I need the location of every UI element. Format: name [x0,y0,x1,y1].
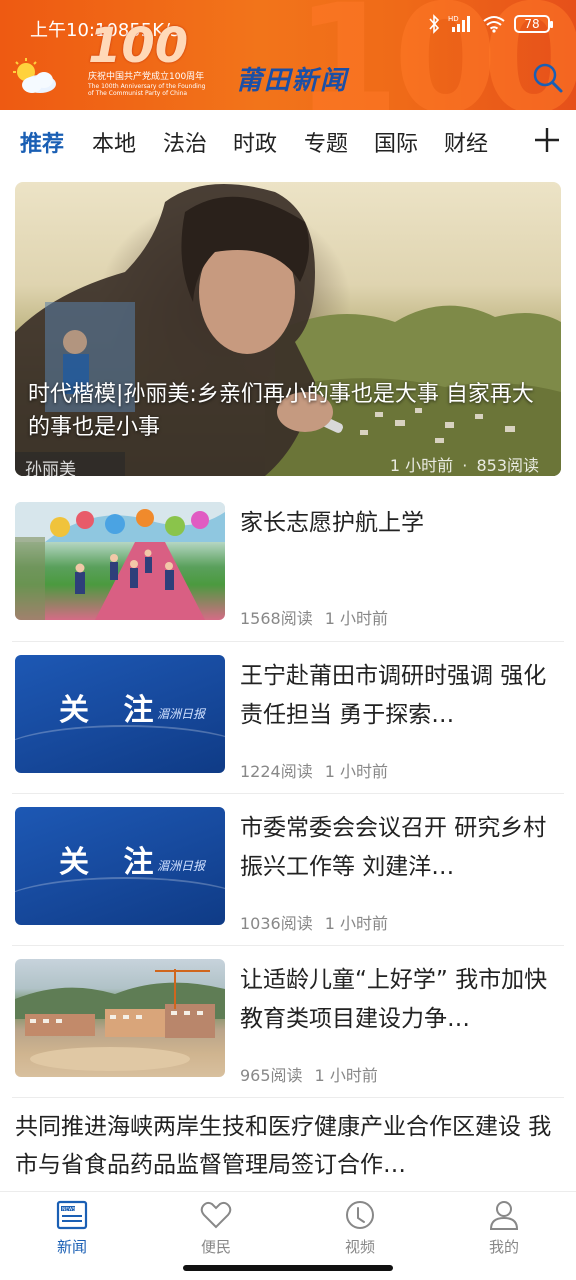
tab-recommend[interactable]: 推荐 [20,126,64,158]
heart-icon [200,1201,232,1229]
svg-text:NEWS: NEWS [62,1207,76,1213]
hero-reads: 853阅读 [476,456,539,475]
tab-politics[interactable]: 时政 [233,126,277,158]
divider [12,793,564,794]
news-meta: 1568阅读 1 小时前 [240,605,388,629]
anniversary-number: 100 [88,18,189,74]
nav-label: 新闻 [56,1238,87,1256]
tab-international[interactable]: 国际 [374,126,418,158]
thumbnail-subtext: 湄洲日报 [157,707,206,721]
news-reads: 1224阅读 [240,762,313,781]
thumbnail-text: 关 注 [59,845,166,880]
news-item[interactable]: 让适龄儿童“上好学” 我市加快教育类项目建设力争… 965阅读 1 小时前 [15,959,561,1111]
news-thumbnail [15,502,225,620]
news-thumbnail: 关 注 湄洲日报 [15,807,225,925]
app-header: 100 上午10:10855K/s HD 78 100 庆祝中国共产党成立100… [0,0,576,110]
signal-icon: HD [448,15,470,32]
news-icon: NEWS [56,1200,88,1230]
divider [12,641,564,642]
divider [12,1097,564,1098]
weather-icon[interactable] [8,56,60,96]
news-meta: 965阅读 1 小时前 [240,1062,378,1086]
news-time: 1 小时前 [314,1066,378,1085]
svg-text:HD: HD [448,15,459,23]
news-title[interactable]: 家长志愿护航上学 [240,504,560,543]
nav-profile[interactable]: 我的 [454,1198,554,1258]
video-icon [346,1201,374,1229]
news-reads: 1036阅读 [240,914,313,933]
divider [12,945,564,946]
home-indicator[interactable] [183,1265,393,1271]
hero-time: 1 小时前 [389,456,454,475]
tab-finance[interactable]: 财经 [444,126,488,158]
anniversary-logo: 100 庆祝中国共产党成立100周年 The 100th Anniversary… [88,20,216,100]
news-title[interactable]: 让适龄儿童“上好学” 我市加快教育类项目建设力争… [240,961,560,1039]
battery-icon: 78 [514,15,553,33]
user-icon [489,1201,519,1230]
news-thumbnail: 关 注 湄洲日报 [15,655,225,773]
nav-news[interactable]: NEWS 新闻 [22,1198,122,1258]
news-thumbnail [15,959,225,1077]
news-title[interactable]: 共同推进海峡两岸生技和医疗健康产业合作区建设 我市与省食品药品监督管理局签订合作… [15,1108,561,1184]
status-icons: HD 78 [428,14,553,34]
nav-video[interactable]: 视频 [310,1198,410,1258]
nav-services[interactable]: 便民 [166,1198,266,1258]
tab-law[interactable]: 法治 [163,126,207,158]
news-reads: 1568阅读 [240,609,313,628]
news-time: 1 小时前 [324,609,389,628]
nav-label: 视频 [344,1238,375,1256]
tab-local[interactable]: 本地 [92,126,136,158]
news-meta: 1224阅读 1 小时前 [240,758,388,782]
news-title[interactable]: 市委常委会会议召开 研究乡村振兴工作等 刘建洋… [240,809,560,887]
news-meta: 1036阅读 1 小时前 [240,910,388,934]
anniversary-caption-en: The 100th Anniversary of the Founding of… [88,83,206,97]
hero-caption-name: 孙丽美 [25,460,76,476]
app-brand: 莆田新闻 [236,66,349,96]
hero-title[interactable]: 时代楷模|孙丽美:乡亲们再小的事也是大事 自家再大的事也是小事 [28,378,553,444]
news-time: 1 小时前 [324,914,389,933]
nav-label: 我的 [488,1238,519,1256]
tabs-fade [508,110,530,172]
add-tab-icon[interactable] [532,124,562,156]
news-item[interactable]: 关 注 湄洲日报 市委常委会会议召开 研究乡村振兴工作等 刘建洋… 1036阅读… [15,807,561,959]
bluetooth-icon [429,14,440,34]
wifi-icon [483,16,505,33]
search-icon[interactable] [530,60,566,96]
news-item[interactable]: 关 注 湄洲日报 王宁赴莆田市调研时强调 强化责任担当 勇于探索… 1224阅读… [15,655,561,807]
thumbnail-subtext: 湄洲日报 [157,859,206,873]
tab-topics[interactable]: 专题 [304,126,348,158]
hero-meta: 1 小时前 · 853阅读 [389,456,539,475]
news-item-text-only[interactable]: 共同推进海峡两岸生技和医疗健康产业合作区建设 我市与省食品药品监督管理局签订合作… [15,1108,561,1184]
status-bar: 上午10:10855K/s HD 78 [0,12,576,46]
thumbnail-text: 关 注 [59,693,166,728]
category-tabs: 推荐 本地 法治 时政 专题 国际 财经 [0,110,576,172]
news-reads: 965阅读 [240,1066,303,1085]
nav-label: 便民 [200,1238,231,1256]
news-time: 1 小时前 [324,762,389,781]
news-title[interactable]: 王宁赴莆田市调研时强调 强化责任担当 勇于探索… [240,657,560,735]
anniversary-caption: 庆祝中国共产党成立100周年 [88,72,205,82]
hero-article[interactable]: 孙丽美 时代楷模|孙丽美:乡亲们再小的事也是大事 自家再大的事也是小事 1 小时… [15,182,561,476]
news-item[interactable]: 家长志愿护航上学 1568阅读 1 小时前 [15,502,561,654]
